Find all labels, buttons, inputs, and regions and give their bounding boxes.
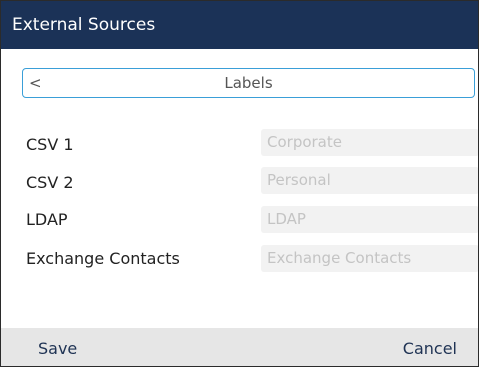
row-label-csv1: CSV 1 <box>26 135 74 154</box>
csv1-label-field[interactable]: Corporate <box>261 129 478 156</box>
title-bar: External Sources <box>1 1 478 49</box>
ldap-label-field[interactable]: LDAP <box>261 206 478 233</box>
row-label-exchange: Exchange Contacts <box>26 249 180 268</box>
row-label-csv2: CSV 2 <box>26 173 74 192</box>
row-label-ldap: LDAP <box>26 210 68 229</box>
screen: External Sources < Labels CSV 1 Corporat… <box>0 0 479 367</box>
csv2-label-field[interactable]: Personal <box>261 167 478 194</box>
page-title: External Sources <box>12 15 156 35</box>
softkey-bar: Save Cancel <box>1 328 478 366</box>
tab-title: Labels <box>224 74 273 92</box>
cancel-button[interactable]: Cancel <box>403 328 457 366</box>
save-button[interactable]: Save <box>38 328 77 366</box>
exchange-label-field[interactable]: Exchange Contacts <box>261 245 478 272</box>
tab-header[interactable]: < Labels <box>22 68 475 98</box>
